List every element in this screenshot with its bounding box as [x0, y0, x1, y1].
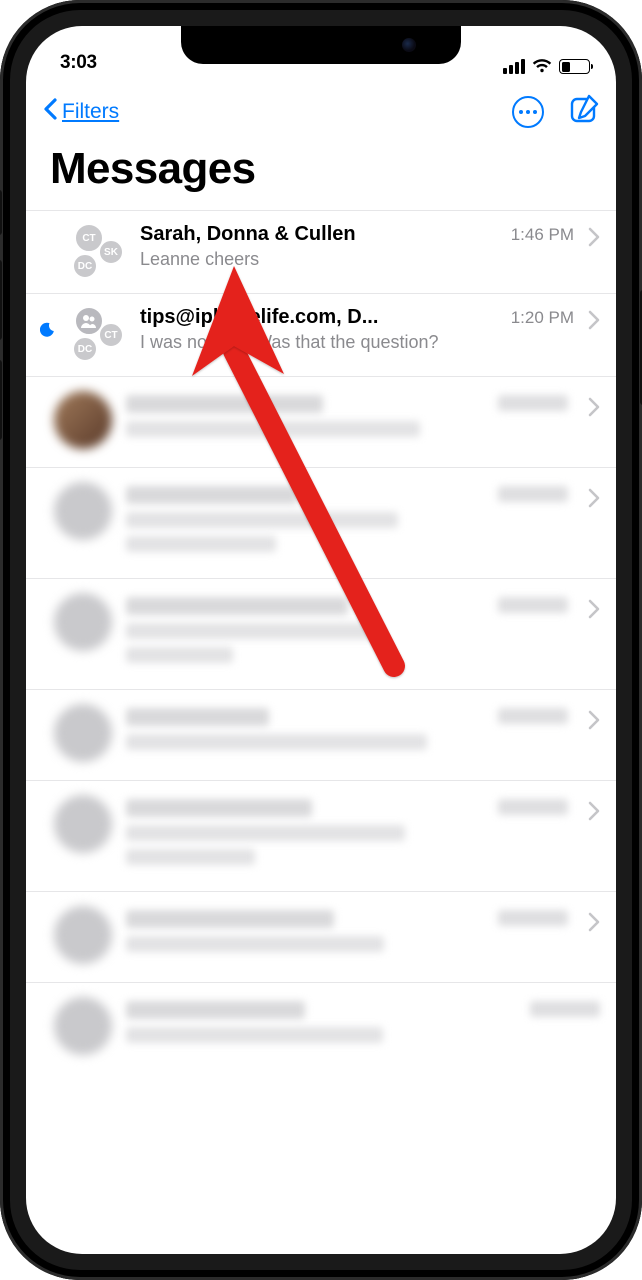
chevron-right-icon [588, 304, 606, 335]
unread-indicator [40, 221, 54, 239]
conversation-preview: Leanne cheers [140, 248, 570, 271]
avatar-initials: CT [98, 322, 124, 348]
redacted-time [498, 708, 568, 724]
redacted-content [126, 482, 484, 560]
avatar-redacted [54, 593, 112, 651]
conversation-row[interactable]: CT DC tips@iphonelife.com, D... 1:20 PM … [26, 293, 616, 376]
page-title: Messages [50, 144, 256, 194]
group-avatar: CT SK DC [68, 221, 126, 279]
chevron-right-icon [588, 391, 606, 422]
chevron-right-icon [588, 221, 606, 252]
back-label: Filters [62, 100, 119, 124]
screen: 3:03 Filters [26, 26, 616, 1254]
compose-button[interactable] [570, 94, 600, 129]
more-options-button[interactable] [512, 96, 544, 128]
avatar-redacted [54, 391, 112, 449]
conversation-row[interactable]: CT SK DC Sarah, Donna & Cullen 1:46 PM L… [26, 210, 616, 293]
chevron-right-icon [588, 704, 606, 735]
conversation-title: tips@iphonelife.com, D... [140, 306, 378, 329]
conversation-title: Sarah, Donna & Cullen [140, 223, 356, 246]
status-time: 3:03 [60, 52, 97, 74]
chevron-right-icon [588, 906, 606, 937]
avatar-initials: DC [72, 253, 98, 279]
notch [181, 26, 461, 64]
avatar-redacted [54, 906, 112, 964]
redacted-time [498, 486, 568, 502]
do-not-disturb-icon [40, 304, 54, 342]
redacted-time [498, 597, 568, 613]
volume-up-button [0, 260, 2, 340]
conversation-preview: I was notified! Was that the question? [140, 331, 570, 354]
avatar-initials: SK [98, 239, 124, 265]
conversation-row-redacted[interactable] [26, 891, 616, 982]
chevron-right-icon [588, 482, 606, 513]
chevron-left-icon [42, 97, 58, 126]
group-avatar: CT DC [68, 304, 126, 362]
conversation-row-redacted[interactable] [26, 689, 616, 780]
redacted-content [126, 593, 484, 671]
avatar-redacted [54, 482, 112, 540]
redacted-time [498, 910, 568, 926]
volume-down-button [0, 360, 2, 440]
redacted-content [126, 795, 484, 873]
conversation-row-redacted[interactable] [26, 982, 616, 1073]
back-button[interactable]: Filters [42, 97, 119, 126]
avatar-redacted [54, 704, 112, 762]
redacted-content [126, 391, 484, 445]
conversation-row-redacted[interactable] [26, 780, 616, 891]
conversation-row-redacted[interactable] [26, 467, 616, 578]
chevron-right-icon [588, 795, 606, 826]
cellular-signal-icon [503, 59, 525, 74]
avatar-initials: DC [72, 336, 98, 362]
device-frame: 3:03 Filters [0, 0, 642, 1280]
navigation-bar: Filters [26, 84, 616, 135]
wifi-icon [532, 59, 552, 74]
status-indicators [503, 59, 590, 74]
redacted-time [498, 395, 568, 411]
redacted-content [126, 906, 484, 960]
conversation-row-redacted[interactable] [26, 376, 616, 467]
redacted-time [530, 1001, 600, 1017]
avatar-redacted [54, 997, 112, 1055]
conversation-list[interactable]: CT SK DC Sarah, Donna & Cullen 1:46 PM L… [26, 210, 616, 1254]
redacted-content [126, 704, 484, 758]
battery-icon [559, 59, 590, 74]
conversation-row-redacted[interactable] [26, 578, 616, 689]
redacted-content [126, 997, 516, 1051]
conversation-time: 1:46 PM [511, 225, 574, 245]
avatar-redacted [54, 795, 112, 853]
conversation-time: 1:20 PM [511, 308, 574, 328]
chevron-right-icon [588, 593, 606, 624]
redacted-time [498, 799, 568, 815]
silent-switch [0, 190, 2, 235]
